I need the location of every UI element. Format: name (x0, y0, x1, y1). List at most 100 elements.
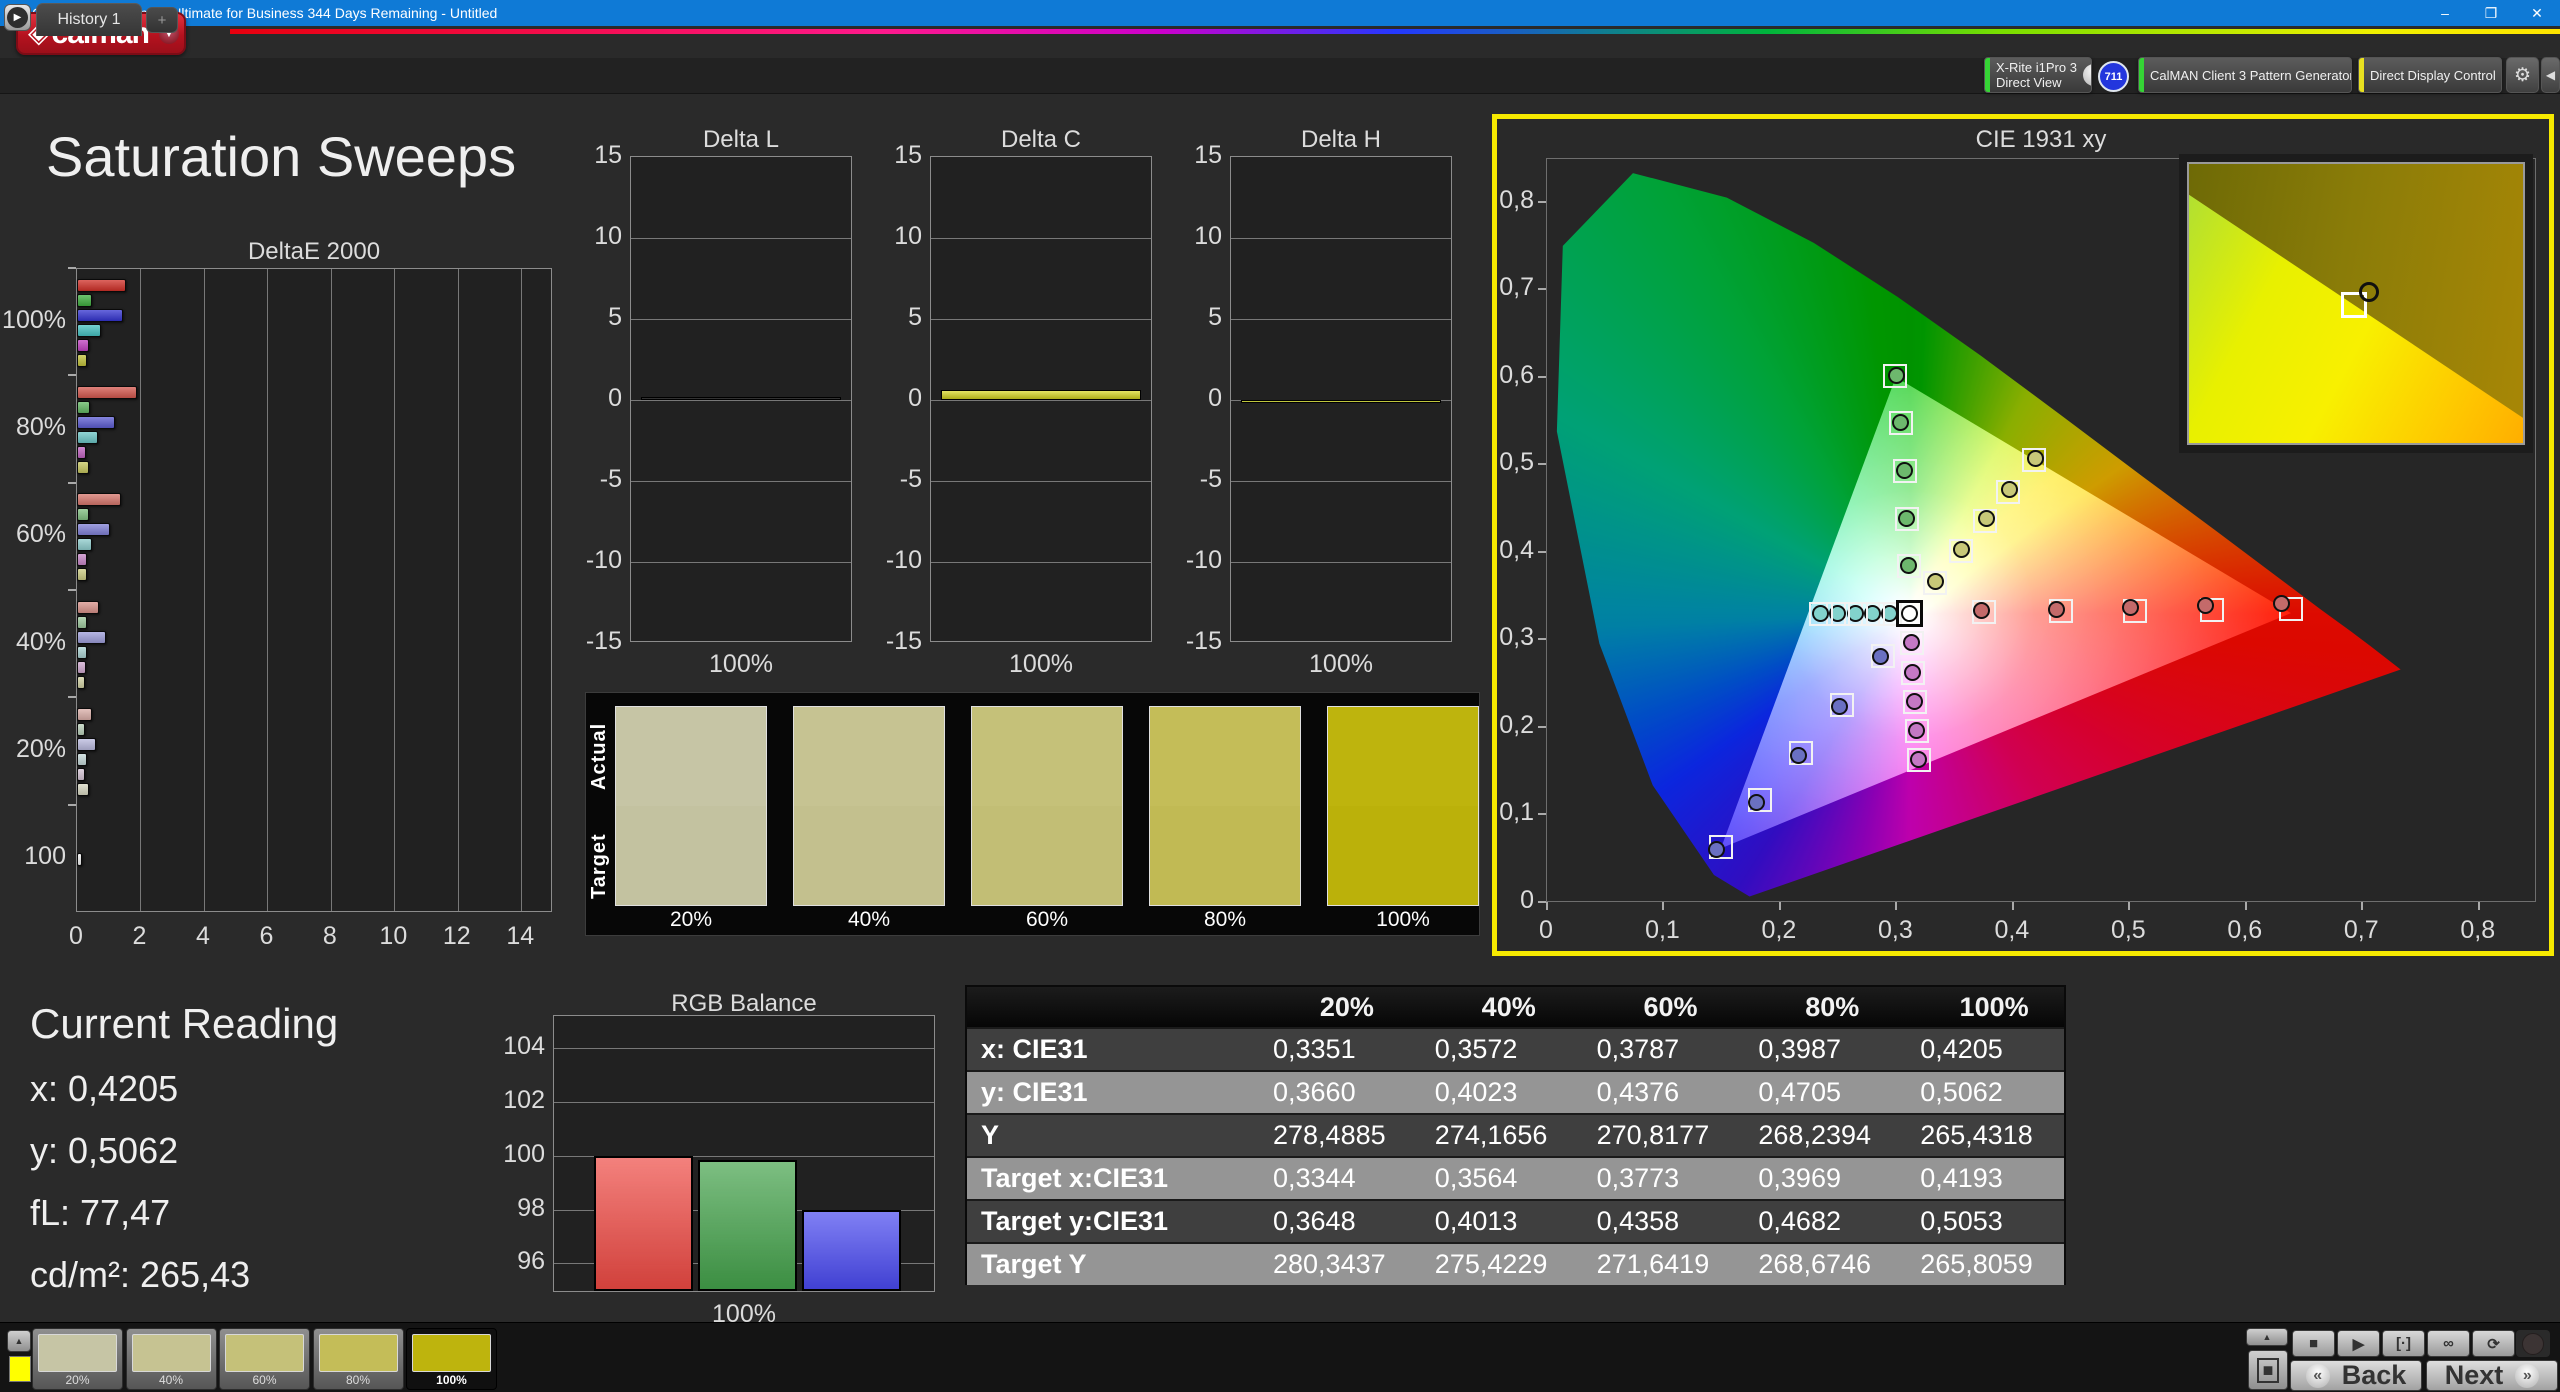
loop-button[interactable]: ⟳ (2472, 1330, 2515, 1357)
table-cell: 275,4229 (1421, 1244, 1583, 1285)
table-cell: 270,8177 (1583, 1115, 1745, 1156)
chevrons-left-icon: « (2306, 1364, 2330, 1388)
pattern-swatch-20%[interactable]: 20% (32, 1328, 123, 1390)
cie-ytick-label: 0,5 (1470, 448, 1534, 477)
delta-gridline (631, 319, 851, 320)
next-button[interactable]: Next » (2426, 1360, 2558, 1391)
continuous-measure-button[interactable]: ∞ (2427, 1330, 2470, 1357)
cie-xtick (2245, 902, 2247, 910)
display-control-dropdown[interactable]: Direct Display Control ▼ (2358, 57, 2502, 93)
pattern-swatch-80%[interactable]: 80% (313, 1328, 404, 1390)
pattern-swatch-chip (38, 1334, 117, 1372)
table-cell: 265,4318 (1906, 1115, 2068, 1156)
delta-chart-0 (630, 156, 852, 642)
delta-ytick-label: -10 (568, 546, 622, 575)
back-button[interactable]: « Back (2290, 1360, 2422, 1391)
delta-gridline (931, 481, 1151, 482)
cie-xtick-label: 0,7 (2331, 916, 2391, 945)
delta-gridline (1231, 319, 1451, 320)
table-cell: 0,3344 (1259, 1158, 1421, 1199)
cie-measured-blue-4 (1748, 794, 1765, 811)
table-column-header: 80% (1744, 987, 1906, 1027)
delta-gridline (931, 562, 1151, 563)
deltae-bar-40%-1 (77, 616, 87, 629)
reading-line-1: y: 0,5062 (30, 1130, 178, 1172)
cie-zoom-inset (2187, 162, 2525, 445)
cie-measured-green-5 (1888, 367, 1905, 384)
rgb-balance-title: RGB Balance (616, 990, 872, 1018)
deltae-gridline (521, 269, 522, 911)
settings-button[interactable]: ⚙ (2506, 57, 2539, 93)
deltae-gridline (140, 269, 141, 911)
deltae-ytick-label: 80% (0, 413, 66, 442)
cie-xtick-label: 0,4 (1982, 916, 2042, 945)
cie-measured-yellow-3 (1978, 510, 1995, 527)
delta-gridline (1231, 481, 1451, 482)
deltae-axis-tick (68, 696, 76, 698)
delta-gridline (931, 400, 1151, 401)
add-tab-button[interactable]: + (146, 7, 178, 33)
cie-xtick-label: 0,5 (2098, 916, 2158, 945)
cie-measured-green-3 (1896, 462, 1913, 479)
stop-measure-button[interactable]: ■ (2248, 1350, 2288, 1390)
pattern-swatch-100%[interactable]: 100% (406, 1328, 497, 1390)
reading-line-3: cd/m²: 265,43 (30, 1254, 250, 1296)
gear-icon: ⚙ (2514, 64, 2531, 87)
deltae-bar-20%-5 (77, 783, 89, 796)
play-button[interactable]: ▶ (2337, 1330, 2380, 1357)
delta-ytick-label: 0 (868, 384, 922, 413)
pattern-swatch-60%[interactable]: 60% (219, 1328, 310, 1390)
deltae-bar-100%-2 (77, 309, 123, 322)
table-cell: 0,3787 (1583, 1029, 1745, 1070)
pattern-swatch-label: 20% (33, 1373, 122, 1387)
cie-xtick-label: 0,1 (1632, 916, 1692, 945)
swatch-60% (971, 706, 1123, 906)
cie-measured-red-2 (2048, 601, 2065, 618)
rgb-ytick-label: 102 (491, 1086, 545, 1115)
table-row-label: Target x:CIE31 (967, 1158, 1259, 1199)
restore-button[interactable]: ❐ (2468, 0, 2514, 26)
deltae-bar-80%-4 (77, 446, 86, 459)
deltae-gridline (331, 269, 332, 911)
reading-line-2: fL: 77,47 (30, 1192, 170, 1234)
page-title: Saturation Sweeps (46, 124, 516, 189)
minimize-button[interactable]: – (2422, 0, 2468, 26)
collapse-panel-button[interactable]: ◀ (2541, 57, 2560, 93)
transport-expand-button[interactable]: ▲ (2246, 1328, 2288, 1346)
table-column-header: 40% (1421, 987, 1583, 1027)
delta-xlabel: 100% (930, 650, 1152, 679)
meter-dropdown[interactable]: X-Rite i1Pro 3Direct View ▼ (1984, 57, 2092, 93)
deltae-ytick-label: 40% (0, 628, 66, 657)
table-cell: 278,4885 (1259, 1115, 1421, 1156)
deltae-xtick-label: 2 (119, 922, 159, 951)
tab-scroll-button[interactable]: ▶ (4, 4, 31, 31)
rgb-ytick-label: 98 (491, 1194, 545, 1223)
cie-xtick (2478, 902, 2480, 910)
deltae-bar-80%-2 (77, 416, 115, 429)
pattern-swatch-label: 100% (407, 1373, 496, 1387)
stop-button[interactable]: ■ (2292, 1330, 2335, 1357)
cie-ytick-label: 0,7 (1470, 273, 1534, 302)
tab-history-1[interactable]: History 1 (36, 3, 142, 36)
close-button[interactable]: ✕ (2514, 0, 2560, 26)
pattern-generator-dropdown[interactable]: CalMAN Client 3 Pattern Generator ▼ (2138, 57, 2352, 93)
single-measure-button[interactable]: [·] (2382, 1330, 2425, 1357)
pattern-swatch-label: 80% (314, 1373, 403, 1387)
deltae-bar-60%-3 (77, 538, 92, 551)
pattern-swatch-40%[interactable]: 40% (126, 1328, 217, 1390)
table-cell: 0,3351 (1259, 1029, 1421, 1070)
cie-measured-red-3 (2122, 599, 2139, 616)
deltae-bar-20%-2 (77, 738, 96, 751)
pattern-expand-button[interactable]: ▲ (7, 1330, 31, 1352)
cie-measured-magenta-1 (1903, 634, 1920, 651)
cie-ytick-label: 0,4 (1470, 536, 1534, 565)
cie-ytick (1538, 376, 1546, 378)
cie-ytick (1538, 813, 1546, 815)
deltae-bar-80%-5 (77, 461, 89, 474)
cie-ytick-label: 0 (1470, 886, 1534, 915)
delta-ytick-label: -10 (868, 546, 922, 575)
swatch-80% (1149, 706, 1301, 906)
table-cell: 268,6746 (1744, 1244, 1906, 1285)
delta-ytick-label: 15 (1168, 141, 1222, 170)
table-row: Target y:CIE310,36480,40130,43580,46820,… (967, 1199, 2064, 1242)
